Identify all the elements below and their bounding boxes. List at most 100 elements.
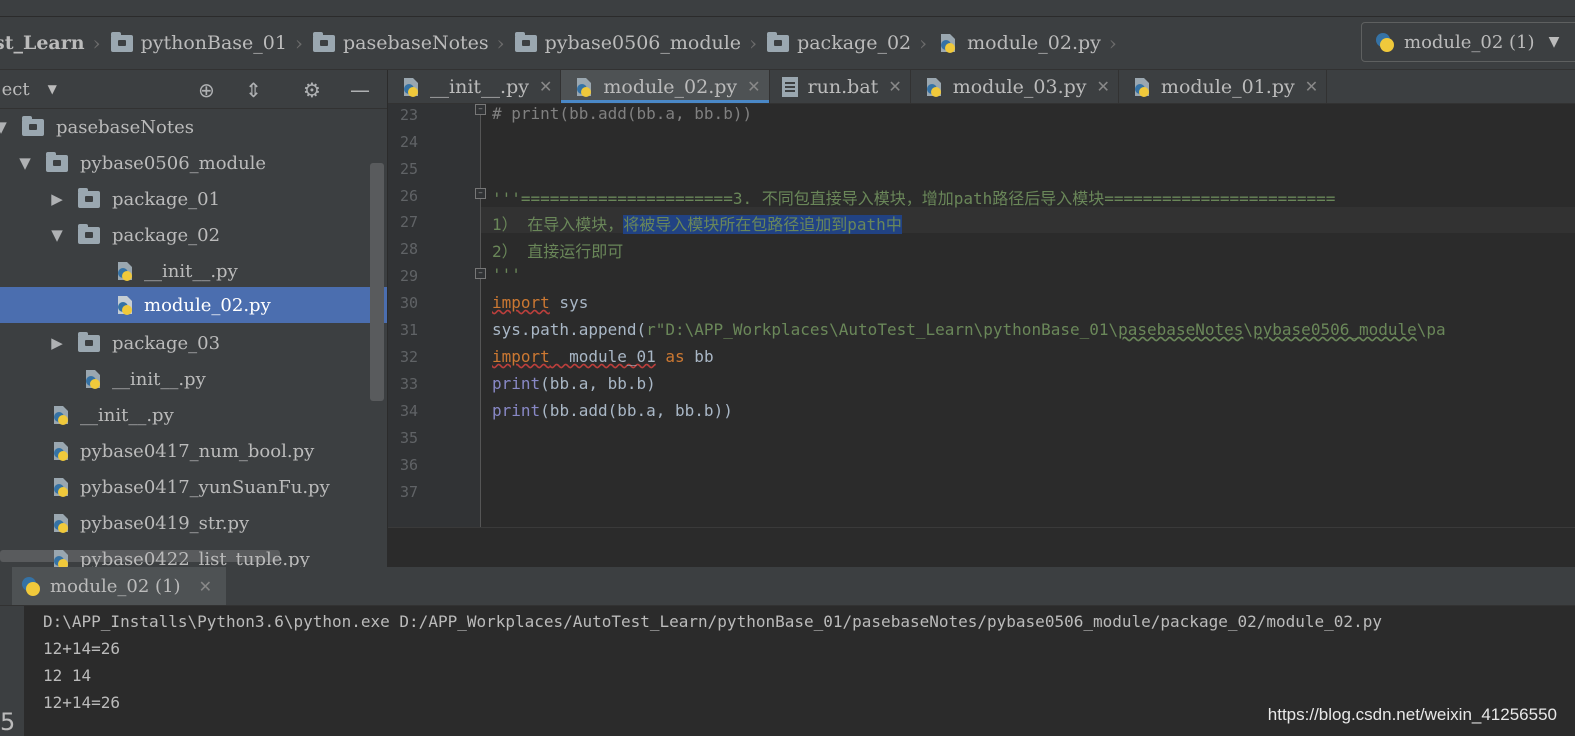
code-line-27: 1） 在导入模块，将被导入模块所在包路径追加到path中 <box>492 211 902 235</box>
tree-item-folder[interactable]: ▼ pybase0506_module <box>0 145 387 181</box>
fold-marker-icon[interactable]: – <box>475 268 486 279</box>
tree-item-folder[interactable]: ▶ package_03 <box>0 325 387 361</box>
breadcrumb-label: module_02.py <box>967 32 1101 54</box>
close-icon[interactable]: ✕ <box>747 77 760 96</box>
gear-icon[interactable]: ⚙ <box>303 78 321 102</box>
breadcrumb-project[interactable]: st_Learn › <box>0 31 111 55</box>
tree-item-file[interactable]: pybase0417_num_bool.py <box>0 433 387 469</box>
code-line-30: import sys <box>492 293 588 312</box>
python-file-icon <box>50 476 72 498</box>
tree-item-folder[interactable]: ▼ package_02 <box>0 217 387 253</box>
python-file-icon <box>114 294 136 316</box>
tree-item-label: pasebaseNotes <box>56 116 194 138</box>
crosshair-icon[interactable]: ⊕ <box>198 78 215 102</box>
tree-item-label: pybase0506_module <box>80 152 267 174</box>
selected-text: 将被导入模块所在包路径追加到path中 <box>623 215 902 234</box>
tree-item-label: package_03 <box>112 332 221 354</box>
fold-marker-icon[interactable]: – <box>475 188 486 199</box>
watermark-text: https://blog.csdn.net/weixin_41256550 <box>1267 705 1557 724</box>
code-line-28: 2） 直接运行即可 <box>492 242 624 261</box>
run-tab-label: module_02 (1) <box>50 575 181 597</box>
collapse-all-icon[interactable]: ⇕ <box>245 78 262 102</box>
code-line-29: ''' <box>492 265 521 284</box>
tree-item-label: __init__.py <box>112 368 206 390</box>
close-icon[interactable]: ✕ <box>539 77 552 96</box>
project-panel-title[interactable]: ject <box>0 79 30 100</box>
window-title-strip <box>0 0 1575 17</box>
line-number-gutter: 23 24 25 26 27 28 29 30 31 32 33 34 35 3… <box>388 104 481 527</box>
code-line-32: import module_01 as bb <box>492 347 714 366</box>
run-tab[interactable]: module_02 (1) ✕ <box>12 567 226 605</box>
tab-init-py[interactable]: __init__.py ✕ <box>388 70 562 103</box>
folder-icon <box>110 31 133 52</box>
tree-item-file[interactable]: __init__.py <box>0 361 387 397</box>
code-line-26: '''======================3. 不同包直接导入模块，增加… <box>492 189 1336 208</box>
tree-item-file[interactable]: pybase0422_list_tuple.py <box>0 541 387 567</box>
code-line-33: print(bb.a, bb.b) <box>492 374 656 393</box>
tab-module-01[interactable]: module_01.py ✕ <box>1119 70 1328 103</box>
expand-triangle-icon[interactable]: ▼ <box>16 154 34 172</box>
expand-triangle-icon[interactable]: ▼ <box>0 118 10 136</box>
folder-icon <box>22 115 44 136</box>
close-icon[interactable]: ✕ <box>199 577 212 596</box>
chevron-right-icon: › <box>92 31 101 55</box>
tree-item-folder[interactable]: ▶ package_01 <box>0 181 387 217</box>
line-number: 26 <box>399 187 418 205</box>
expand-triangle-icon[interactable]: ▼ <box>48 226 66 244</box>
run-configuration-select[interactable]: module_02 (1) ▼ <box>1361 22 1575 62</box>
folder-icon <box>78 331 100 352</box>
tree-item-file[interactable]: pybase0417_yunSuanFu.py <box>0 469 387 505</box>
breadcrumb-pasebasenotes[interactable]: pasebaseNotes › <box>312 31 515 55</box>
tree-item-file-selected[interactable]: module_02.py <box>0 287 387 323</box>
line-number: 29 <box>399 267 418 285</box>
minimize-icon[interactable]: — <box>350 78 370 102</box>
tree-item-label: pybase0417_yunSuanFu.py <box>80 476 330 498</box>
tab-run-bat[interactable]: run.bat ✕ <box>770 70 911 103</box>
close-icon[interactable]: ✕ <box>1305 77 1318 96</box>
python-icon <box>20 575 42 597</box>
tab-label: run.bat <box>807 75 879 98</box>
tab-module-02[interactable]: module_02.py ✕ <box>561 70 770 103</box>
tree-item-label: package_01 <box>112 188 221 210</box>
fold-marker-icon[interactable]: – <box>475 104 486 115</box>
breadcrumb-label: pythonBase_01 <box>140 32 287 54</box>
line-number: 25 <box>399 160 418 178</box>
breadcrumb-label: st_Learn <box>0 32 85 54</box>
tab-module-03[interactable]: module_03.py ✕ <box>911 70 1119 103</box>
editor-bottom-area <box>388 527 1575 568</box>
collapse-triangle-icon[interactable]: ▶ <box>48 334 66 352</box>
breadcrumb-module02[interactable]: module_02.py › <box>937 31 1127 55</box>
tree-item-label: pybase0419_str.py <box>80 512 250 534</box>
tree-item-file[interactable]: pybase0419_str.py <box>0 505 387 541</box>
tree-item-folder[interactable]: ▼ pasebaseNotes <box>0 109 387 145</box>
chevron-right-icon: › <box>919 31 928 55</box>
breadcrumb-package02[interactable]: package_02 › <box>767 31 937 55</box>
python-file-icon <box>937 32 959 54</box>
close-icon[interactable]: ✕ <box>1097 77 1110 96</box>
builtin-function: print <box>492 401 541 420</box>
run-tool-window-header: module_02 (1) ✕ <box>0 567 1575 606</box>
vertical-scrollbar[interactable] <box>370 163 384 401</box>
close-icon[interactable]: ✕ <box>888 77 901 96</box>
line-number: 28 <box>399 240 418 258</box>
chevron-right-icon: › <box>749 31 758 55</box>
collapse-triangle-icon[interactable]: ▶ <box>48 190 66 208</box>
chevron-right-icon: › <box>496 31 505 55</box>
breadcrumb-pythonbase[interactable]: pythonBase_01 › <box>110 31 313 55</box>
code-line-34: print(bb.add(bb.a, bb.b)) <box>492 401 733 420</box>
code-text: sys.path.append( <box>492 320 647 339</box>
tree-item-file[interactable]: __init__.py <box>0 397 387 433</box>
keyword: as <box>655 347 685 366</box>
chevron-down-icon[interactable]: ▼ <box>48 82 57 96</box>
tab-label: module_02.py <box>603 75 738 98</box>
tree-item-file[interactable]: __init__.py <box>0 253 387 289</box>
text-file-icon <box>781 76 798 97</box>
console-line: 12+14=26 <box>43 639 121 658</box>
breadcrumb-pybase0506[interactable]: pybase0506_module › <box>514 31 767 55</box>
python-icon <box>1374 31 1396 53</box>
project-panel-header: ject ▼ ⊕ ⇕ ⚙ — <box>0 70 387 109</box>
tab-label: __init__.py <box>430 75 529 98</box>
code-editor[interactable]: 23 24 25 26 27 28 29 30 31 32 33 34 35 3… <box>388 104 1575 527</box>
keyword: import <box>492 293 550 312</box>
breadcrumb-label: pasebaseNotes <box>342 32 489 54</box>
